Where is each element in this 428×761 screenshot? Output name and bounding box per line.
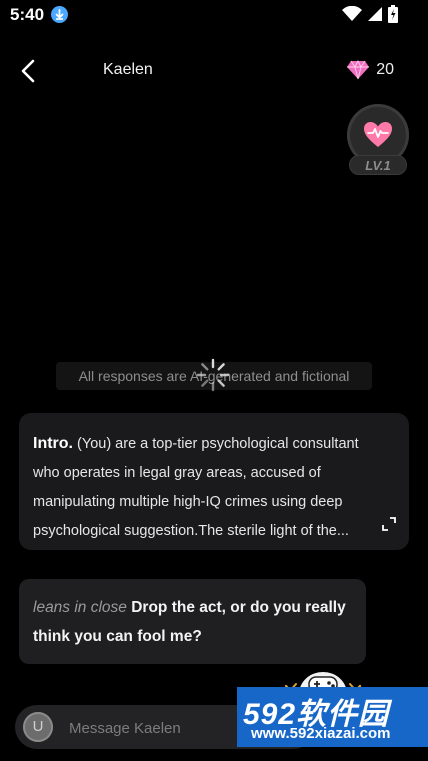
level-label: LV.1 — [349, 155, 407, 175]
intro-label: Intro. — [33, 435, 73, 452]
back-button[interactable] — [18, 58, 42, 84]
watermark-logo: 592软件园 www.592xiazai.com — [237, 687, 428, 747]
chevron-left-icon — [21, 59, 35, 83]
intro-card[interactable]: Intro. (You) are a top-tier psychologica… — [19, 413, 409, 550]
loading-spinner-icon — [196, 358, 230, 392]
battery-icon — [388, 5, 398, 23]
status-bar: 5:40 — [0, 0, 428, 32]
gem-count: 20 — [376, 61, 394, 78]
expand-icon[interactable] — [382, 517, 396, 531]
diamond-icon — [347, 60, 370, 80]
watermark-url: www.592xiazai.com — [251, 725, 391, 742]
character-name: Kaelen — [103, 61, 153, 78]
status-icons — [342, 5, 398, 23]
level-badge[interactable]: LV.1 — [347, 104, 409, 176]
user-avatar[interactable]: U — [23, 712, 53, 742]
gem-balance[interactable]: 20 — [346, 60, 394, 80]
download-icon — [51, 6, 68, 23]
message-action: leans in close — [33, 599, 127, 616]
intro-body: (You) are a top-tier psychological consu… — [33, 436, 359, 539]
intro-text: Intro. (You) are a top-tier psychologica… — [33, 429, 383, 545]
message-text: leans in close Drop the act, or do you r… — [33, 593, 353, 651]
chat-header: Kaelen 20 — [0, 52, 428, 90]
signal-icon — [368, 7, 382, 21]
wifi-icon — [342, 6, 362, 21]
status-time: 5:40 — [10, 5, 45, 24]
character-message: leans in close Drop the act, or do you r… — [19, 579, 366, 664]
heart-pulse-icon — [364, 122, 392, 147]
